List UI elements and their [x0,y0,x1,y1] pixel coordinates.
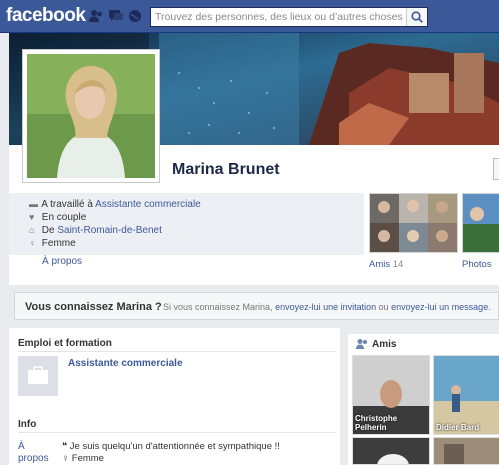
detail-gender-text: Femme [41,238,76,249]
messages-icon[interactable] [108,9,124,23]
know-banner: Vous connaissez Marina ? Si vous connais… [14,292,499,320]
search-icon [411,11,423,23]
know-prefix: Si vous connaissez Marina, [163,302,276,312]
profile-picture[interactable] [22,49,160,183]
work-heading: Emploi et formation [18,338,112,349]
know-text: Si vous connaissez Marina, envoyez-lui u… [163,302,491,312]
friend-name: Christophe Pelherin [355,414,398,432]
detail-gender: ♀ Femme [29,238,76,250]
detail-work: ▬ A travaillé à Assistante commerciale [29,199,201,211]
friends-tile[interactable] [369,193,458,253]
gender-icon: ♀ [29,238,36,248]
friends-heading[interactable]: Amis [372,339,396,350]
facebook-logo[interactable]: facebook [6,5,86,27]
apropos-word1: À [18,441,25,452]
job-link[interactable]: Assistante commerciale [68,358,183,369]
top-bar: facebook [0,0,499,33]
photos-tile[interactable] [462,193,499,253]
search-button[interactable] [406,8,427,26]
profile-name[interactable]: Marina Brunet [172,161,280,179]
heart-icon: ♥ [29,212,35,222]
detail-hometown: ⌂ De Saint-Romain-de-Benet [29,225,162,237]
know-end: . [488,302,491,312]
notifications-icon[interactable] [127,9,143,23]
work-link[interactable]: Assistante commerciale [95,199,201,210]
house-icon: ⌂ [29,225,35,235]
detail-hometown-text: De [41,225,58,236]
divider [18,432,336,433]
divider [18,351,336,352]
search-box [150,7,428,27]
friend-requests-icon[interactable] [88,9,104,23]
search-input[interactable] [151,8,405,25]
detail-work-text: A travaillé à [41,199,96,210]
friend-thumbnail[interactable]: Didier Bard [433,355,499,435]
know-title: Vous connaissez Marina ? [25,301,162,313]
quote-text: Je suis quelqu'un d'attentionnée et symp… [69,441,280,452]
detail-relationship-text: En couple [41,212,87,223]
hometown-link[interactable]: Saint-Romain-de-Benet [57,225,162,236]
friend-thumbnail[interactable] [433,437,499,465]
know-or: ou [376,302,392,312]
friends-icon [355,338,369,353]
about-quote: ❝ Je suis quelqu'un d'attentionnée et sy… [62,441,280,452]
quote-icon: ❝ [62,441,70,452]
friends-count: 14 [392,259,404,270]
about-gender: ♀ Femme [62,453,104,464]
about-gender-text: Femme [71,453,104,464]
info-apropos-link[interactable]: À propos [18,441,49,465]
info-heading: Info [18,419,37,430]
photos-tile-label[interactable]: Photos [462,259,492,270]
action-button[interactable] [493,158,499,180]
friends-tile-label[interactable]: Amis 14 [369,259,403,270]
apropos-word2: propos [18,453,49,464]
detail-relationship: ♥ En couple [29,212,86,224]
friend-thumbnail[interactable]: Christophe Pelherin [352,355,430,435]
friend-thumbnail[interactable] [352,437,430,465]
friends-tile-text: Amis [369,259,391,270]
friend-name: Didier Bard [436,423,480,432]
briefcase-icon: ▬ [29,199,38,209]
send-invitation-link[interactable]: envoyez-lui une invitation [275,302,376,312]
workplace-icon [18,356,58,396]
send-message-link[interactable]: envoyez-lui un message [391,302,488,312]
gender-icon: ♀ [62,453,72,464]
apropos-link[interactable]: À propos [42,256,82,267]
